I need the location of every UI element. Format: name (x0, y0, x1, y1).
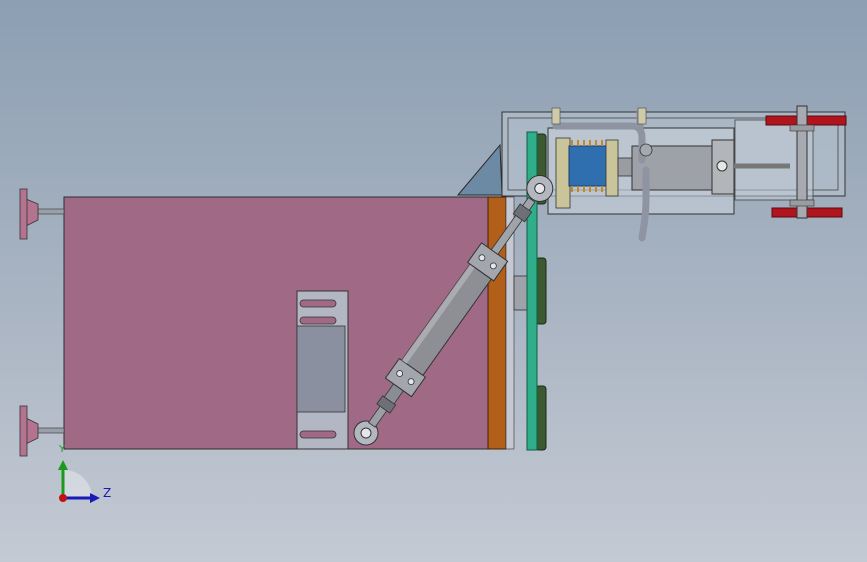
z-axis-label: Z (103, 486, 112, 500)
support-gusset (456, 143, 503, 196)
air-tube-down (638, 166, 650, 242)
bracket-slot-3 (299, 430, 337, 439)
y-axis-label: Y (59, 444, 66, 455)
shaft-hub (513, 275, 529, 311)
cad-viewport[interactable]: Y Z (0, 0, 867, 562)
head-port-icon (716, 160, 728, 172)
bracket-slot-1 (299, 299, 337, 308)
foot-bottom[interactable] (19, 405, 65, 457)
blue-cylinder (568, 145, 608, 187)
z-axis-arrowhead (90, 493, 100, 503)
right-end-cap (605, 139, 619, 197)
assembly-drawing[interactable] (0, 0, 867, 562)
origin-dot (59, 494, 67, 502)
coupling-nut (617, 157, 633, 177)
coordinate-triad (58, 460, 100, 503)
mounting-bracket[interactable] (296, 290, 349, 450)
y-axis-arrowhead (58, 460, 68, 470)
triad-backdrop (64, 470, 92, 498)
base-block[interactable] (63, 196, 491, 450)
bracket-slot-2 (299, 316, 337, 325)
left-end-cap (555, 137, 571, 209)
foot-top[interactable] (19, 188, 65, 240)
base-block-body (63, 196, 491, 450)
